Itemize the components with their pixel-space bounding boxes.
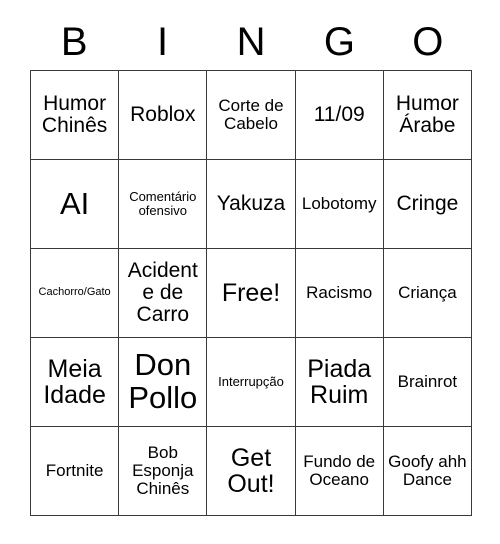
bingo-header-letter-n: N <box>236 20 266 64</box>
bingo-cell[interactable]: Bob Esponja Chinês <box>119 427 208 516</box>
bingo-cell-label: Brainrot <box>397 371 458 391</box>
bingo-cell-label: Yakuza <box>216 191 286 215</box>
bingo-header-letter-o: O <box>412 20 444 64</box>
bingo-cell-label: Fortnite <box>45 460 104 480</box>
bingo-cell-label: Acidente de Carro <box>127 258 198 327</box>
bingo-cell[interactable]: Humor Chinês <box>31 71 120 160</box>
bingo-cell-label: Fundo de Oceano <box>303 451 376 489</box>
bingo-cell-label: Get Out! <box>227 443 275 498</box>
bingo-cell-label: Piada Ruim <box>307 354 372 409</box>
bingo-cell-label: Interrupção <box>218 374 284 390</box>
bingo-cell-label: Goofy ahh Dance <box>388 451 467 489</box>
bingo-cell[interactable]: AI <box>31 160 120 249</box>
bingo-cell[interactable]: Fundo de Oceano <box>295 427 384 516</box>
bingo-cell[interactable]: Corte de Cabelo <box>207 71 296 160</box>
bingo-cell-label: Bob Esponja Chinês <box>132 442 194 498</box>
bingo-cell[interactable]: Racismo <box>295 249 384 338</box>
bingo-cell-label: Lobotomy <box>301 193 377 213</box>
bingo-cell[interactable]: Acidente de Carro <box>119 249 208 338</box>
bingo-cell-label: Racismo <box>306 282 373 302</box>
bingo-cell[interactable]: Brainrot <box>383 338 472 427</box>
bingo-cell[interactable]: Piada Ruim <box>295 338 384 427</box>
bingo-cell[interactable]: Yakuza <box>207 160 296 249</box>
bingo-cell[interactable]: Comentário ofensivo <box>119 160 208 249</box>
bingo-cell[interactable]: Interrupção <box>207 338 296 427</box>
bingo-header-letter-i: I <box>157 20 169 64</box>
bingo-header-letter-g: G <box>323 20 355 64</box>
bingo-cell[interactable]: Don Pollo <box>119 338 208 427</box>
bingo-header-letter-b: B <box>60 20 88 64</box>
bingo-cell-label: Free! <box>221 278 281 307</box>
bingo-cell-label: Don Pollo <box>128 347 198 415</box>
bingo-cell-label: Comentário ofensivo <box>129 189 197 218</box>
bingo-cell[interactable]: Get Out! <box>207 427 296 516</box>
bingo-cell[interactable]: Criança <box>383 249 472 338</box>
bingo-cell[interactable]: Cachorro/Gato <box>31 249 120 338</box>
bingo-cell[interactable]: Fortnite <box>31 427 120 516</box>
bingo-cell-label: Cachorro/Gato <box>38 286 111 299</box>
bingo-cell[interactable]: Humor Árabe <box>383 71 472 160</box>
bingo-cell-label: Corte de Cabelo <box>218 95 284 133</box>
bingo-cell[interactable]: 11/09 <box>295 71 384 160</box>
bingo-cell[interactable]: Lobotomy <box>295 160 384 249</box>
bingo-cell-label: Cringe <box>396 191 459 215</box>
bingo-cell-label: Humor Árabe <box>395 91 459 137</box>
bingo-cell-label: Humor Chinês <box>41 91 108 137</box>
bingo-cell-label: Roblox <box>130 102 196 126</box>
bingo-cell-label: Meia Idade <box>43 354 106 409</box>
bingo-cell[interactable]: Goofy ahh Dance <box>383 427 472 516</box>
bingo-cell[interactable]: Cringe <box>383 160 472 249</box>
bingo-cell-free[interactable]: Free! <box>207 249 296 338</box>
bingo-cell-label: Criança <box>398 282 457 302</box>
bingo-card: B I N G O Humor Chinês Roblox Corte de C… <box>30 14 472 516</box>
bingo-cell[interactable]: Roblox <box>119 71 208 160</box>
bingo-cell[interactable]: Meia Idade <box>31 338 120 427</box>
bingo-cell-label: 11/09 <box>313 102 365 126</box>
bingo-grid: Humor Chinês Roblox Corte de Cabelo 11/0… <box>30 70 472 516</box>
bingo-cell-label: AI <box>59 185 90 221</box>
bingo-header-row: B I N G O <box>30 14 472 70</box>
